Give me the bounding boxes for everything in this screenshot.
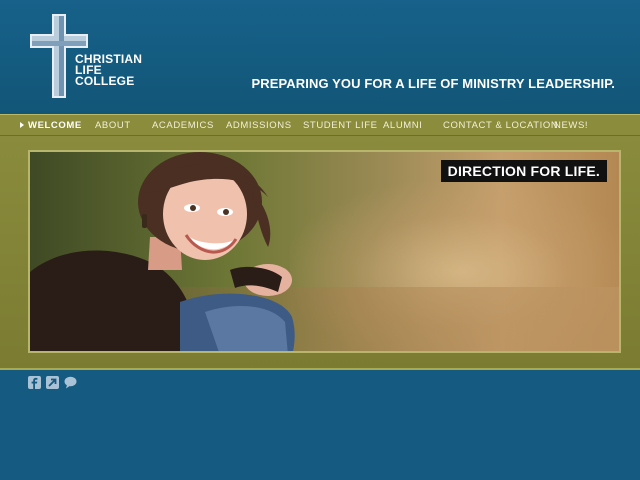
main-nav: WELCOME ABOUT ACADEMICS ADMISSIONS STUDE… xyxy=(0,114,640,136)
nav-item-alumni[interactable]: ALUMNI xyxy=(383,120,423,131)
hero-banner: DIRECTION FOR LIFE. xyxy=(28,150,621,353)
speech-bubble-icon[interactable] xyxy=(64,376,77,389)
facebook-icon[interactable] xyxy=(28,376,41,389)
college-name-line-3: COLLEGE xyxy=(75,74,135,88)
nav-item-admissions[interactable]: ADMISSIONS xyxy=(226,120,292,131)
site-tagline: PREPARING YOU FOR A LIFE OF MINISTRY LEA… xyxy=(251,76,615,91)
hero-caption: DIRECTION FOR LIFE. xyxy=(440,160,607,182)
nav-item-contact-location[interactable]: CONTACT & LOCATION xyxy=(443,120,558,131)
college-name: CHRISTIAN LIFE COLLEGE xyxy=(75,53,142,88)
student-photo xyxy=(30,152,295,351)
active-arrow-icon xyxy=(20,122,24,128)
nav-item-student-life[interactable]: STUDENT LIFE xyxy=(303,120,378,131)
nav-item-news[interactable]: NEWS! xyxy=(554,120,588,131)
share-arrow-icon[interactable] xyxy=(46,376,59,389)
site-header: CHRISTIAN LIFE COLLEGE PREPARING YOU FOR… xyxy=(0,0,640,114)
nav-item-about[interactable]: ABOUT xyxy=(95,120,131,131)
nav-item-welcome[interactable]: WELCOME xyxy=(28,120,82,131)
college-logo[interactable]: CHRISTIAN LIFE COLLEGE xyxy=(30,14,142,98)
nav-item-academics[interactable]: ACADEMICS xyxy=(152,120,214,131)
